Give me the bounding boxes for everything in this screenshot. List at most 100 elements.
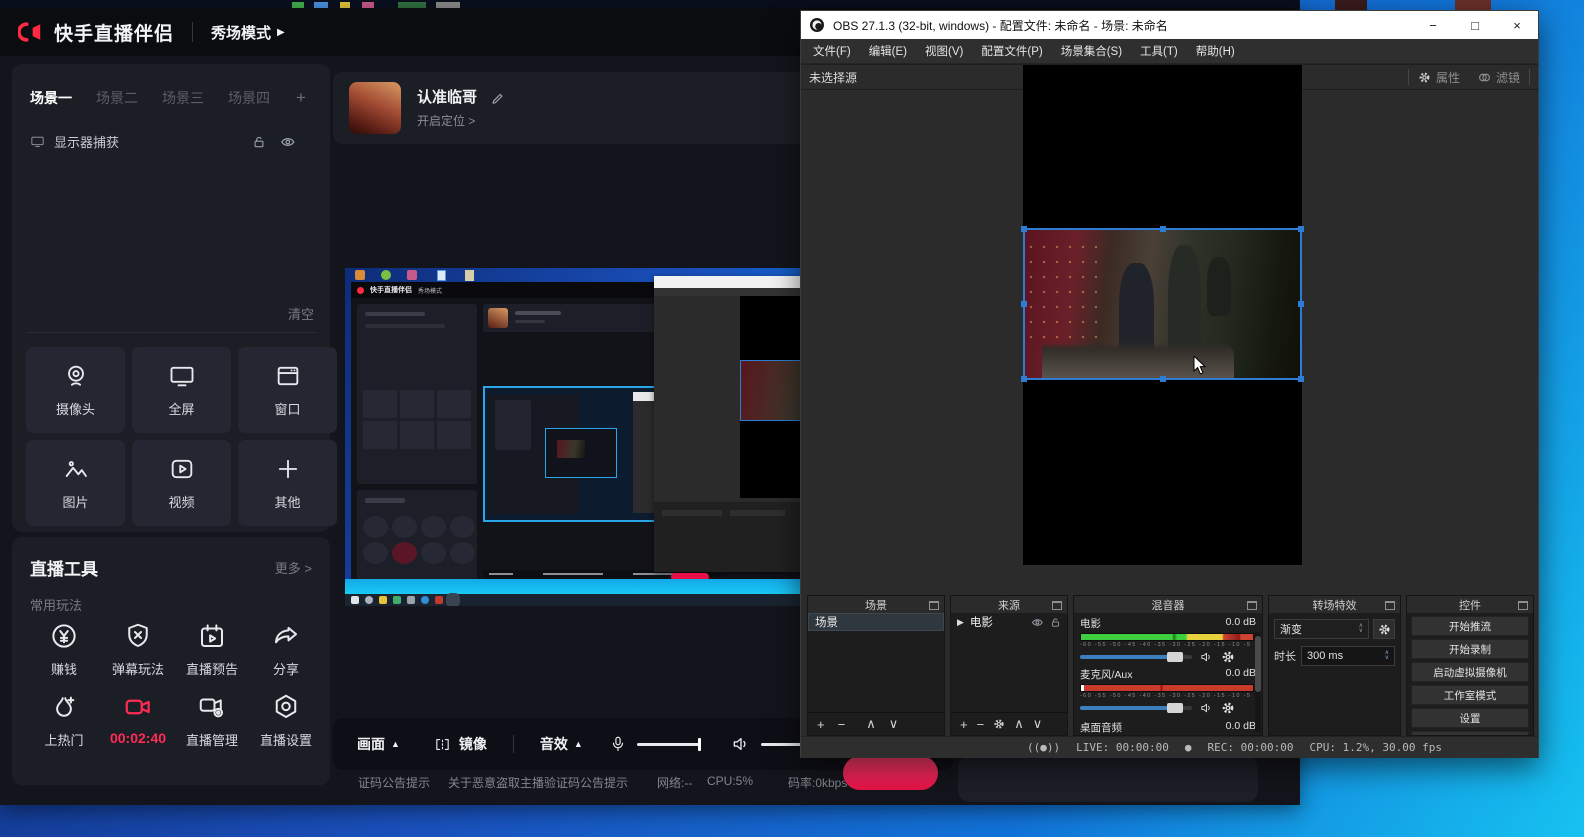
visibility-eye-icon[interactable] [1031, 617, 1044, 628]
volume-slider-handle[interactable] [1167, 703, 1183, 713]
live-manage-button[interactable]: 直播管理 [176, 692, 248, 749]
popout-icon[interactable] [1247, 601, 1257, 610]
mirror-button[interactable]: 镜像 [434, 734, 487, 754]
tab-scene-1[interactable]: 场景一 [30, 88, 72, 108]
capture-source-row[interactable]: 显示器捕获 [30, 132, 312, 151]
remove-source-button[interactable]: − [977, 717, 985, 732]
tab-scene-2[interactable]: 场景二 [96, 88, 138, 108]
triangle-up-icon: ▲ [391, 739, 400, 749]
live-settings-button[interactable]: 直播设置 [250, 692, 322, 749]
capture-source-label: 显示器捕获 [54, 132, 119, 151]
eye-icon[interactable] [280, 135, 296, 149]
obs-docks: 场景 场景 + − ∧ ∨ 来源 ▶ 电影 [801, 593, 1540, 736]
earn-money-button[interactable]: 赚钱 [28, 621, 100, 678]
mic-slider-handle[interactable] [698, 738, 701, 751]
trending-button[interactable]: 上热门 [28, 692, 100, 749]
danmaku-play-button[interactable]: 弹幕玩法 [102, 621, 174, 678]
mode-switcher[interactable]: 秀场模式 [211, 22, 271, 43]
add-window-button[interactable]: 窗口 [238, 347, 337, 433]
tab-scene-3[interactable]: 场景三 [162, 88, 204, 108]
menu-tools[interactable]: 工具(T) [1140, 43, 1178, 59]
add-scene-button[interactable]: + [817, 717, 825, 732]
record-timer-button[interactable]: 00:02:40 [102, 692, 174, 749]
add-image-button[interactable]: 图片 [26, 440, 125, 526]
source-down-button[interactable]: ∨ [1033, 716, 1043, 732]
menu-profile[interactable]: 配置文件(P) [981, 43, 1042, 59]
add-video-button[interactable]: 视频 [132, 440, 231, 526]
transition-gear-button[interactable] [1373, 619, 1395, 639]
notice-link-2[interactable]: 关于恶意盗取主播验证码公告提示 [448, 774, 628, 791]
menu-edit[interactable]: 编辑(E) [869, 43, 907, 59]
add-camera-button[interactable]: 摄像头 [26, 347, 125, 433]
source-up-button[interactable]: ∧ [1014, 716, 1024, 732]
mixer-scrollbar[interactable] [1255, 632, 1261, 732]
speaker-icon[interactable] [731, 734, 751, 754]
add-other-button[interactable]: 其他 [238, 440, 337, 526]
scene-down-button[interactable]: ∨ [889, 716, 899, 732]
menu-file[interactable]: 文件(F) [813, 43, 851, 59]
start-streaming-button[interactable]: 开始推流 [1411, 616, 1529, 636]
scenes-dock: 场景 场景 + − ∧ ∨ [807, 595, 945, 736]
channel-gear-icon[interactable] [1221, 650, 1235, 664]
settings-button[interactable]: 设置 [1411, 708, 1529, 728]
source-properties-gear-icon[interactable] [993, 718, 1005, 730]
channel-gear-icon[interactable] [1221, 701, 1235, 715]
add-source-button[interactable]: + [960, 717, 968, 732]
menu-help[interactable]: 帮助(H) [1196, 43, 1235, 59]
clear-scene-link[interactable]: 清空 [288, 304, 314, 323]
obs-titlebar[interactable]: OBS 27.1.3 (32-bit, windows) - 配置文件: 未命名… [801, 11, 1538, 39]
start-virtual-camera-button[interactable]: 启动虚拟摄像机 [1411, 662, 1529, 682]
microphone-icon[interactable] [609, 734, 627, 754]
movie-source-preview[interactable] [1023, 228, 1302, 380]
duration-input[interactable]: 300 ms ∧∨ [1301, 646, 1395, 666]
mode-arrow-icon[interactable]: ▶ [277, 27, 285, 38]
scene-list-item[interactable]: 场景 [808, 613, 944, 631]
popout-icon[interactable] [1385, 601, 1395, 610]
volume-slider[interactable] [1080, 655, 1192, 659]
channel-name: 桌面音频 [1080, 720, 1122, 735]
maximize-button[interactable]: □ [1454, 11, 1496, 39]
scene-up-button[interactable]: ∧ [866, 716, 876, 732]
add-fullscreen-button[interactable]: 全屏 [132, 347, 231, 433]
studio-mode-button[interactable]: 工作室模式 [1411, 685, 1529, 705]
popout-icon[interactable] [1518, 601, 1528, 610]
start-recording-button[interactable]: 开始录制 [1411, 639, 1529, 659]
canvas-menu-button[interactable]: 画面▲ [357, 734, 400, 754]
mute-speaker-icon[interactable] [1199, 701, 1214, 715]
filters-button[interactable]: 滤镜 [1469, 69, 1529, 86]
transition-select[interactable]: 渐变 ∧∨ [1274, 619, 1369, 639]
popout-icon[interactable] [1052, 601, 1062, 610]
volume-slider[interactable] [1080, 706, 1192, 710]
edit-pencil-icon[interactable] [491, 90, 505, 104]
popout-icon[interactable] [929, 601, 939, 610]
scene-panel: 场景一 场景二 场景三 场景四 + 显示器捕获 清空 [12, 64, 330, 532]
add-scene-button[interactable]: + [296, 88, 306, 108]
remove-scene-button[interactable]: − [838, 717, 846, 732]
properties-button[interactable]: 属性 [1409, 69, 1469, 86]
toolbar-separator [513, 735, 514, 753]
calendar-play-icon [197, 621, 227, 651]
source-list-item[interactable]: ▶ 电影 [951, 613, 1067, 631]
minimize-button[interactable]: − [1412, 11, 1454, 39]
mic-volume-slider[interactable] [637, 743, 701, 746]
more-link[interactable]: 更多 > [275, 558, 312, 577]
close-button[interactable]: × [1496, 11, 1538, 39]
sound-menu-button[interactable]: 音效▲ [540, 734, 583, 754]
tab-scene-4[interactable]: 场景四 [228, 88, 270, 108]
lock-icon[interactable] [1050, 617, 1061, 628]
menu-scene-collection[interactable]: 场景集合(S) [1061, 43, 1122, 59]
unlock-icon[interactable] [252, 135, 266, 149]
exit-button[interactable]: 退出 [1411, 731, 1529, 735]
enable-location-link[interactable]: 开启定位 > [417, 112, 505, 129]
channel-db: 0.0 dB [1226, 720, 1256, 735]
common-plays-label: 常用玩法 [30, 595, 82, 614]
start-live-button[interactable] [843, 756, 938, 790]
live-preview-button[interactable]: 直播预告 [176, 621, 248, 678]
mute-speaker-icon[interactable] [1199, 650, 1214, 664]
volume-slider-handle[interactable] [1167, 652, 1183, 662]
mixer-dock-title: 混音器 [1152, 597, 1185, 613]
share-button[interactable]: 分享 [250, 621, 322, 678]
menu-view[interactable]: 视图(V) [925, 43, 963, 59]
share-arrow-icon [271, 621, 301, 651]
notice-link[interactable]: 证码公告提示 [358, 774, 430, 791]
